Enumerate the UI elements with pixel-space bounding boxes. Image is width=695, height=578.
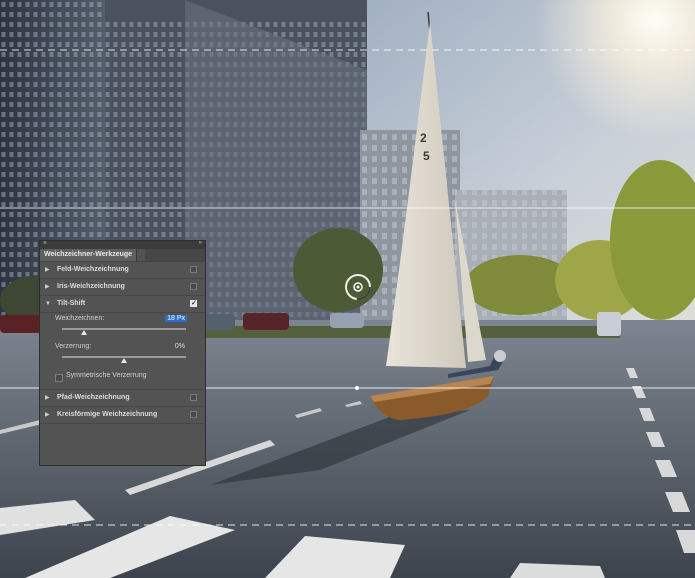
section-label: Pfad-Weichzeichnung xyxy=(57,394,130,401)
section-tilt-shift[interactable]: ▼ Tilt-Shift xyxy=(40,296,205,313)
distortion-value[interactable]: 0% xyxy=(175,343,185,350)
sail-number-top: 2 xyxy=(420,131,427,145)
distortion-slider-thumb[interactable] xyxy=(121,358,127,363)
blur-tools-panel: × » Weichzeichner-Werkzeuge ▶ Feld-Weich… xyxy=(39,240,206,466)
collapsed-triangle-icon[interactable]: ▶ xyxy=(45,390,50,406)
section-spin-blur[interactable]: ▶ Kreisförmige Weichzeichnung xyxy=(40,407,205,424)
blur-amount-label: Weichzeichnen: xyxy=(55,315,105,322)
sail-number-bottom: 5 xyxy=(423,149,430,163)
collapse-icon[interactable]: » xyxy=(199,240,202,246)
tab-row-filler xyxy=(145,249,205,261)
tilt-shift-pin-icon[interactable] xyxy=(343,272,373,302)
tab-blur-tools[interactable]: Weichzeichner-Werkzeuge xyxy=(40,249,138,261)
collapsed-triangle-icon[interactable]: ▶ xyxy=(45,407,50,423)
blur-amount-value[interactable]: 18 Px xyxy=(165,315,187,322)
tilt-shift-checkbox[interactable] xyxy=(190,296,197,312)
section-label: Tilt-Shift xyxy=(57,300,86,307)
tilt-shift-controls: Weichzeichnen: 18 Px Verzerrung: 0% Symm… xyxy=(40,313,205,390)
section-label: Feld-Weichzeichnung xyxy=(57,266,129,273)
field-blur-checkbox[interactable] xyxy=(190,266,197,273)
expanded-triangle-icon[interactable]: ▼ xyxy=(45,296,51,312)
section-label: Iris-Weichzeichnung xyxy=(57,283,125,290)
path-blur-checkbox[interactable] xyxy=(190,394,197,401)
section-field-blur[interactable]: ▶ Feld-Weichzeichnung xyxy=(40,262,205,279)
close-icon[interactable]: × xyxy=(43,240,47,247)
symmetric-distortion-checkbox[interactable] xyxy=(55,374,63,382)
collapsed-triangle-icon[interactable]: ▶ xyxy=(45,262,50,278)
iris-blur-checkbox[interactable] xyxy=(190,283,197,290)
section-label: Kreisförmige Weichzeichnung xyxy=(57,411,158,418)
collapsed-triangle-icon[interactable]: ▶ xyxy=(45,279,50,295)
spin-blur-checkbox[interactable] xyxy=(190,411,197,418)
symmetric-distortion-label: Symmetrische Verzerrung xyxy=(66,372,147,379)
blur-slider-thumb[interactable] xyxy=(81,330,88,335)
panel-titlebar[interactable]: × » xyxy=(40,240,205,249)
distortion-label: Verzerrung: xyxy=(55,343,92,350)
panel-tab-row: Weichzeichner-Werkzeuge xyxy=(40,249,205,262)
section-path-blur[interactable]: ▶ Pfad-Weichzeichnung xyxy=(40,390,205,407)
section-iris-blur[interactable]: ▶ Iris-Weichzeichnung xyxy=(40,279,205,296)
